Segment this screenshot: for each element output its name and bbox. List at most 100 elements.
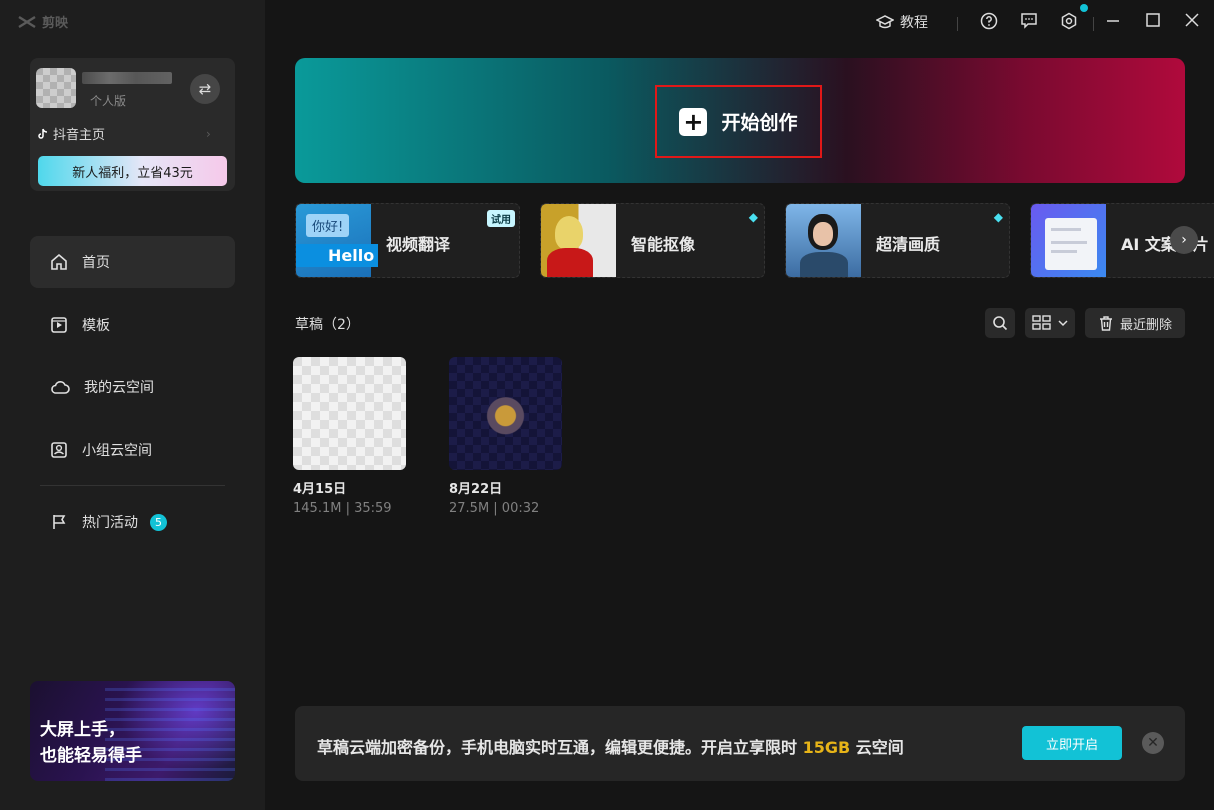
person-head-shape [555,216,583,250]
sidebar-item-home[interactable]: 首页 [30,236,235,288]
search-drafts-button[interactable] [985,308,1015,338]
help-button[interactable] [980,12,998,30]
start-creation-button[interactable]: + 开始创作 [655,85,822,158]
newcomer-promo-button[interactable]: 新人福利，立省43元 [38,156,227,186]
draft-date: 4月15日 [293,482,347,497]
home-icon [51,253,67,270]
minimize-button[interactable] [1105,12,1121,28]
close-promo-button[interactable]: ✕ [1142,732,1164,754]
tool-video-translate[interactable]: 你好! Hello 视频翻译 试用 [295,203,520,278]
cloud-backup-promo: 草稿云端加密备份，手机电脑实时互通，编辑更便捷。开启立享限时 15GB 云空间 … [295,706,1185,781]
tool-hd-quality[interactable]: 超清画质 ◆ [785,203,1010,278]
sidebar-item-events[interactable]: 热门活动 5 [30,496,235,548]
recently-deleted-label: 最近删除 [1119,317,1172,333]
sidebar-item-label: 首页 [82,255,110,271]
sidebar-item-label: 我的云空间 [84,380,154,396]
notification-dot [1080,4,1088,12]
sidebar-item-label: 小组云空间 [82,443,152,459]
draft-cover [293,357,406,470]
switch-account-button[interactable]: ⇄ [190,74,220,104]
maximize-button[interactable] [1145,12,1161,28]
person-body-shape [800,252,848,277]
thumb-text-english: Hello [296,244,379,267]
app-name: 剪映 [42,16,69,31]
banner-line-1: 大屏上手， [40,720,125,740]
tutorial-label: 教程 [900,15,928,31]
draft-item[interactable]: 4月15日 145.1M | 35:59 [293,357,411,516]
help-icon [980,12,998,30]
grid-view-icon [1032,315,1051,330]
trash-icon [1099,316,1112,331]
template-icon [51,317,67,333]
thumb-text-chinese: 你好! [306,214,350,237]
open-now-button[interactable]: 立即开启 [1022,726,1122,760]
douyin-label: 抖音主页 [53,128,106,143]
sidebar: 剪映 个人版 ⇄ 抖音主页 › 新人福利，立省43元 首页 模板 我的云空间 小… [0,0,265,810]
big-screen-banner[interactable]: 大屏上手， 也能轻易得手 [30,681,235,781]
promo-text-after: 云空间 [850,738,904,757]
chevron-down-icon [1058,320,1068,327]
promo-text: 草稿云端加密备份，手机电脑实时互通，编辑更便捷。开启立享限时 15GB 云空间 [317,734,904,758]
close-icon: ✕ [1147,735,1159,751]
tool-label: 智能抠像 [631,235,696,254]
draft-meta: 27.5M | 00:32 [449,501,540,516]
drafts-title: 草稿（2） [295,317,360,333]
feedback-button[interactable] [1020,12,1038,30]
tools-scroll-right-button[interactable]: › [1170,226,1198,254]
tool-smart-cutout[interactable]: 智能抠像 ◆ [540,203,765,278]
tool-label: 视频翻译 [386,235,451,254]
close-icon [1185,13,1199,27]
sidebar-item-templates[interactable]: 模板 [30,299,235,351]
smart-cutout-thumbnail [541,204,616,277]
settings-button[interactable] [1060,12,1078,30]
person-body-shape [547,248,593,277]
sidebar-item-cloud[interactable]: 我的云空间 [30,361,235,413]
banner-line-2: 也能轻易得手 [40,746,142,766]
cloud-icon [51,381,70,394]
document-shape [1045,218,1097,270]
recently-deleted-button[interactable]: 最近删除 [1085,308,1185,338]
graduation-cap-icon [876,15,894,29]
titlebar-divider [1093,17,1094,31]
banner-text: 大屏上手， 也能轻易得手 [40,717,142,769]
close-window-button[interactable] [1184,12,1200,28]
draft-meta: 145.1M | 35:59 [293,501,392,516]
avatar[interactable] [36,68,76,108]
titlebar-divider [957,17,958,31]
draft-item[interactable]: 8月22日 27.5M | 00:32 [449,357,567,516]
username-blurred [82,72,172,84]
promo-text-before: 草稿云端加密备份，手机电脑实时互通，编辑更便捷。开启立享限时 [317,738,803,757]
app-logo: 剪映 [18,12,68,31]
sidebar-item-group-cloud[interactable]: 小组云空间 [30,424,235,476]
flag-icon [53,515,66,529]
tool-label: 超清画质 [876,235,941,254]
plan-label: 个人版 [90,94,127,108]
tutorial-button[interactable]: 教程 [876,12,928,32]
message-icon [1021,13,1037,29]
plus-icon: + [679,107,708,136]
search-icon [993,316,1008,331]
start-creation-label: 开始创作 [721,112,798,134]
capcut-logo-icon [18,15,36,28]
person-face-shape [813,222,833,246]
swap-icon: ⇄ [198,80,212,98]
gear-icon [1061,12,1077,30]
events-count-badge: 5 [150,513,167,531]
group-cloud-icon [51,442,67,458]
title-bar: 教程 [265,0,1214,48]
trial-badge: 试用 [487,210,515,227]
hd-quality-thumbnail [786,204,861,277]
draft-cover [449,357,562,470]
view-mode-dropdown[interactable] [1025,308,1075,338]
sidebar-item-label: 热门活动 [82,515,138,531]
ai-script-thumbnail [1031,204,1106,277]
draft-date: 8月22日 [449,482,503,497]
chevron-right-icon: › [206,126,211,141]
douyin-homepage-link[interactable]: 抖音主页 › [38,124,211,143]
maximize-icon [1146,13,1160,27]
chevron-right-icon: › [1181,232,1187,248]
vip-diamond-icon: ◆ [748,210,758,224]
minimize-icon [1107,20,1119,22]
vip-diamond-icon: ◆ [993,210,1003,224]
promo-highlight: 15GB [802,738,851,757]
